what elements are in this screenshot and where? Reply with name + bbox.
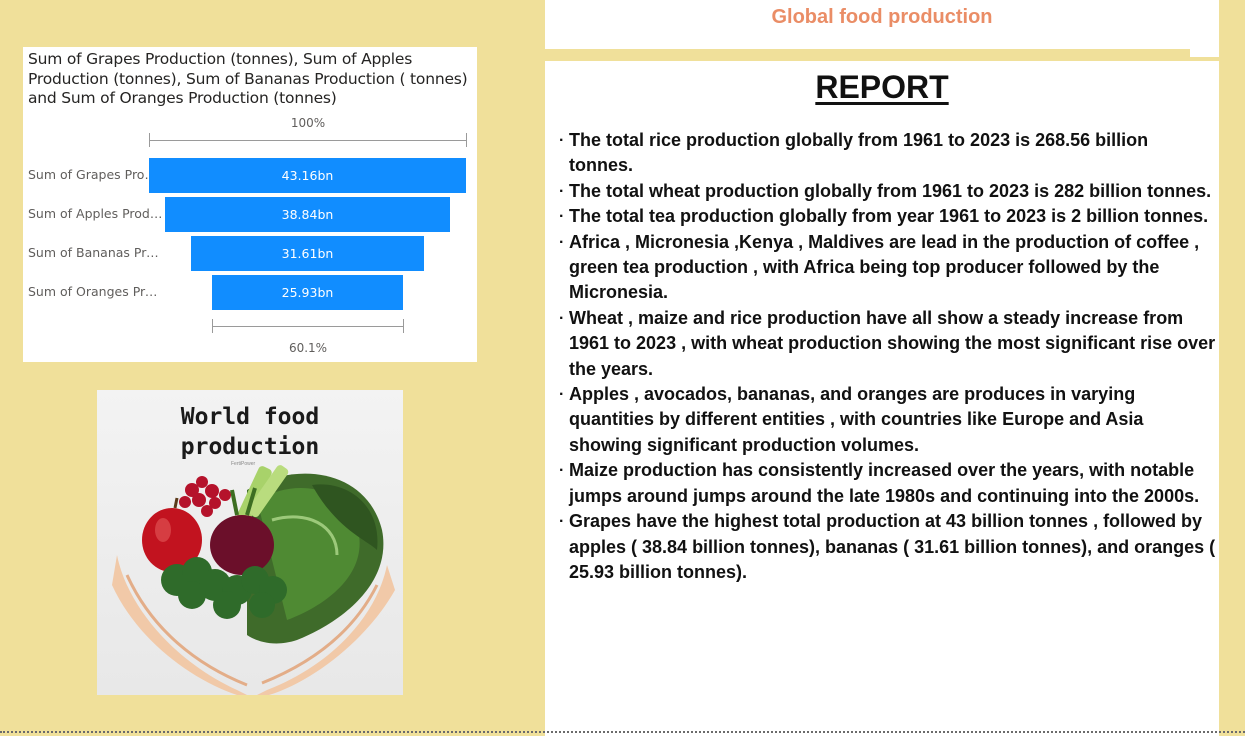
report-item: · Maize production has consistently incre… bbox=[559, 460, 1200, 506]
bullet-icon: · bbox=[559, 309, 565, 327]
report-title: REPORT bbox=[815, 69, 949, 105]
funnel-chart-title: Sum of Grapes Production (tonnes), Sum o… bbox=[28, 50, 468, 107]
report-item: · The total rice production globally from… bbox=[559, 130, 1149, 176]
funnel-category-label: Sum of Grapes Prod... bbox=[28, 167, 163, 182]
header-banner: Global food production bbox=[545, 0, 1219, 49]
bullet-icon: · bbox=[559, 182, 565, 200]
funnel-bar[interactable]: 25.93bn bbox=[212, 275, 403, 310]
funnel-bottom-percent: 60.1% bbox=[288, 341, 328, 355]
report-item: · Apples , avocados, bananas, and oranges… bbox=[559, 384, 1144, 455]
bullet-icon: · bbox=[559, 233, 565, 251]
funnel-bar[interactable]: 38.84bn bbox=[164, 197, 451, 232]
funnel-top-percent: 100% bbox=[290, 116, 326, 130]
report-item: · The total wheat production globally fro… bbox=[559, 179, 1217, 204]
report-item: · Grapes have the highest total productio… bbox=[559, 511, 1216, 582]
bullet-icon: · bbox=[559, 132, 565, 149]
report-panel: REPORT · The total rice production global… bbox=[545, 61, 1219, 736]
report-item: · The total tea production globally from … bbox=[559, 204, 1217, 229]
funnel-top-bracket bbox=[149, 133, 467, 147]
funnel-bar[interactable]: 31.61bn bbox=[191, 236, 424, 271]
report-item: · Africa , Micronesia ,Kenya , Maldives a… bbox=[559, 231, 1200, 303]
funnel-bottom-bracket bbox=[212, 319, 404, 333]
bullet-icon: · bbox=[559, 386, 565, 404]
funnel-chart-card[interactable]: Sum of Grapes Production (tonnes), Sum o… bbox=[23, 47, 477, 362]
funnel-category-label: Sum of Oranges Pro... bbox=[28, 284, 163, 299]
report-item: · Wheat , maize and rice production have … bbox=[559, 307, 1216, 379]
funnel-bar[interactable]: 43.16bn bbox=[149, 158, 466, 193]
header-strip bbox=[1190, 49, 1219, 57]
bullet-icon: · bbox=[559, 462, 565, 480]
bullet-icon: · bbox=[559, 208, 565, 226]
world-food-production-image: World food production FertiPower bbox=[97, 390, 403, 695]
funnel-category-label: Sum of Bananas Pro... bbox=[28, 245, 163, 260]
bottom-dotted-divider bbox=[0, 731, 1245, 733]
report-list: · The total rice production globally from… bbox=[559, 128, 1219, 585]
page-title: Global food production bbox=[771, 6, 993, 28]
bullet-icon: · bbox=[559, 513, 565, 531]
funnel-category-label: Sum of Apples Produ... bbox=[28, 206, 163, 221]
vegetable-heart-illustration bbox=[112, 465, 395, 695]
